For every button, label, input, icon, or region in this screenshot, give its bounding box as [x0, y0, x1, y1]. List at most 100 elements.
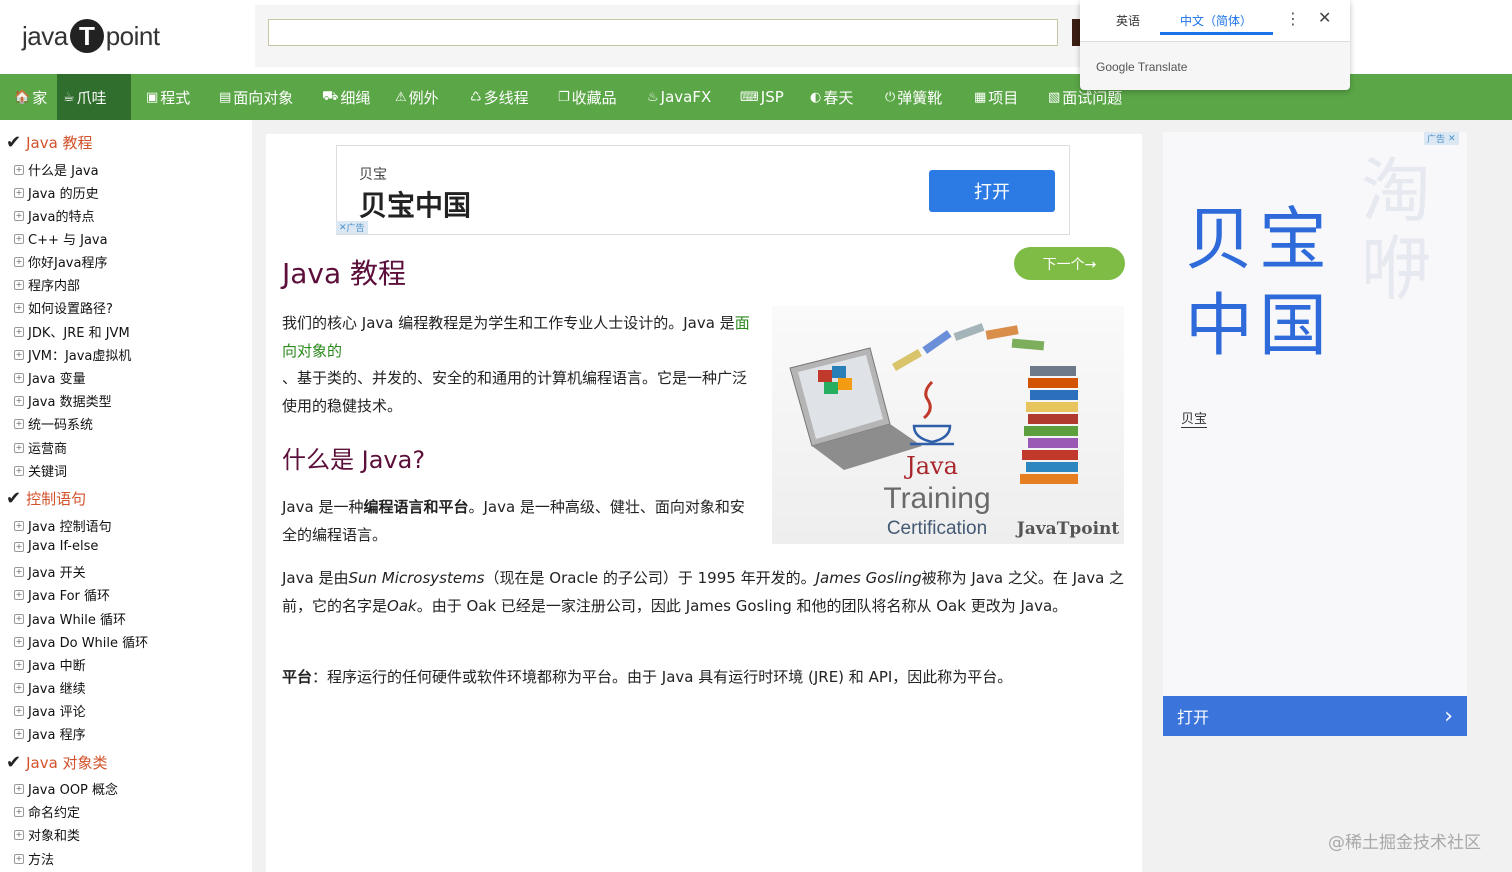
ad-close-icon[interactable]: ✕ — [339, 223, 347, 233]
nav-label: 弹簧靴 — [897, 88, 943, 107]
section-heading: 什么是 Java? — [282, 446, 426, 474]
expand-icon: + — [14, 613, 24, 624]
right-ad[interactable]: 淘咿 贝宝中国 贝宝 打开 › — [1163, 132, 1467, 736]
sidebar-item[interactable]: + Java 中断 — [14, 655, 86, 674]
next-button[interactable]: 下一个→ — [1014, 247, 1125, 280]
sidebar-item[interactable]: + Java While 循环 — [14, 609, 126, 628]
sidebar-item-label: Java 数据类型 — [28, 395, 112, 410]
sidebar-section-java-tutorial[interactable]: ✔ Java 教程 — [6, 132, 93, 153]
sidebar-item[interactable]: + C++ 与 Java — [14, 229, 108, 248]
page-title: Java 教程 — [282, 257, 407, 290]
nav-item-multithreading[interactable]: ♺ 多线程 — [464, 74, 535, 120]
sidebar-item[interactable]: + Java 变量 — [14, 368, 86, 387]
ad-close-icon[interactable]: ✕ — [1448, 134, 1456, 144]
top-ad-banner[interactable]: 贝宝 贝宝中国 打开 — [336, 145, 1070, 235]
ad-label[interactable]: 广告 ✕ — [1424, 132, 1459, 145]
nav-label: 春天 — [823, 88, 854, 107]
expand-icon: + — [14, 541, 24, 552]
sidebar-item-label: Java Do While 循环 — [28, 636, 149, 651]
sidebar-item-label: 关键词 — [28, 465, 68, 480]
nav-item-collections[interactable]: ❐ 收藏品 — [552, 74, 623, 120]
active-tab-underline — [1160, 32, 1273, 35]
section-title: Java 教程 — [26, 134, 93, 152]
sidebar-item[interactable]: + Java 开关 — [14, 562, 86, 581]
sidebar-item[interactable]: + 统一码系统 — [14, 414, 93, 433]
tab-target-language[interactable]: 中文（简体） — [1180, 12, 1252, 29]
close-icon[interactable]: ✕ — [1318, 8, 1331, 27]
ad-open-button[interactable]: 打开 — [929, 170, 1055, 212]
sidebar-item-label: 命名约定 — [28, 806, 81, 821]
sidebar-item[interactable]: + JDK、JRE 和 JVM — [14, 322, 130, 341]
sidebar-item-label: Java While 循环 — [28, 613, 127, 628]
text: 。由于 Oak 已经是一家注册公司，因此 James Gosling 和他的团队… — [416, 596, 1068, 615]
home-icon: 🏠 — [14, 89, 31, 105]
jsp-icon: ⌨ — [740, 89, 759, 105]
sidebar-section-java-object-class[interactable]: ✔ Java 对象类 — [6, 752, 108, 773]
ad-brand-link[interactable]: 贝宝 — [1181, 408, 1208, 428]
search-input[interactable] — [268, 19, 1058, 46]
sidebar-item[interactable]: + Java 评论 — [14, 701, 86, 720]
expand-icon: + — [14, 829, 24, 840]
tab-source-language[interactable]: 英语 — [1116, 12, 1140, 29]
nav-item-oop[interactable]: ▤ 面向对象 — [213, 74, 299, 120]
sidebar-item-label: 什么是 Java — [28, 164, 99, 179]
ad-label[interactable]: ✕ 广告 — [336, 221, 368, 234]
sidebar-item[interactable]: + 运营商 — [14, 438, 67, 457]
sidebar-section-control-statements[interactable]: ✔ 控制语句 — [6, 488, 86, 509]
open-label: 打开 — [1177, 708, 1210, 727]
sidebar-item[interactable]: + 如何设置路径? — [14, 298, 113, 317]
sidebar-item[interactable]: + Java OOP 概念 — [14, 779, 118, 798]
sidebar-item-label: Java 继续 — [28, 682, 86, 697]
sidebar-item[interactable]: + Java 继续 — [14, 678, 86, 697]
sidebar-item-label: Java 变量 — [28, 372, 86, 387]
site-logo[interactable]: java T point — [22, 16, 160, 56]
sidebar-item[interactable]: + Java If-else — [14, 539, 98, 554]
text: Java 是由 — [282, 569, 349, 587]
nav-item-java[interactable]: ☕ 爪哇 — [57, 74, 131, 120]
text: Java 是一种 — [282, 498, 364, 516]
expand-icon: + — [14, 806, 24, 817]
platform-paragraph: 平台：程序运行的任何硬件或软件环境都称为平台。由于 Java 具有运行时环境 (… — [282, 664, 1128, 692]
sidebar-item[interactable]: + Java 控制语句 — [14, 516, 112, 535]
expand-icon: + — [14, 233, 24, 244]
sidebar-item[interactable]: + Java Do While 循环 — [14, 632, 148, 651]
sidebar-item[interactable]: + 你好Java程序 — [14, 252, 107, 271]
sidebar-item[interactable]: + 什么是 Java — [14, 160, 99, 179]
nav-item-string[interactable]: ⛟ 细绳 — [316, 74, 376, 120]
coffee-icon: ☕ — [63, 89, 75, 105]
sidebar-item-label: Java If-else — [28, 539, 99, 554]
sidebar-item[interactable]: + 命名约定 — [14, 802, 80, 821]
nav-item-javafx[interactable]: ♨ JavaFX — [641, 74, 717, 120]
nav-label: 收藏品 — [571, 88, 617, 107]
expand-icon: + — [14, 659, 24, 670]
sidebar-item[interactable]: + Java 程序 — [14, 724, 86, 743]
sidebar-item[interactable]: + 对象和类 — [14, 825, 80, 844]
sidebar-item[interactable]: + Java的特点 — [14, 206, 94, 225]
expand-icon: + — [14, 418, 24, 429]
nav-item-exception[interactable]: ⚠ 例外 — [389, 74, 445, 120]
nav-item-home[interactable]: 🏠 家 — [8, 74, 53, 120]
nav-item-projects[interactable]: ▦ 项目 — [968, 74, 1024, 120]
sidebar-item[interactable]: + 关键词 — [14, 461, 67, 480]
sidebar-item[interactable]: + Java 数据类型 — [14, 391, 112, 410]
expand-icon: + — [14, 187, 24, 198]
sidebar-item[interactable]: + 程序内部 — [14, 275, 80, 294]
sidebar-item[interactable]: + Java For 循环 — [14, 585, 110, 604]
ad-open-button[interactable]: 打开 › — [1163, 696, 1467, 736]
expand-icon: + — [14, 395, 24, 406]
nav-label: JavaFX — [660, 88, 712, 106]
java-training-illustration: Java Training Certification JavaTpoint — [789, 323, 1119, 539]
nav-label: 多线程 — [483, 88, 529, 107]
more-options-icon[interactable]: ⋮ — [1285, 9, 1301, 28]
nav-item-jsp[interactable]: ⌨ JSP — [734, 74, 790, 120]
checkmark-icon: ✔ — [6, 132, 22, 153]
sidebar-item[interactable]: + 方法 — [14, 849, 54, 868]
nav-item-programs[interactable]: ▣ 程式 — [140, 74, 196, 120]
checkmark-icon: ✔ — [6, 752, 22, 773]
nav-item-spring-boot[interactable]: ⏻ 弹簧靴 — [879, 74, 948, 120]
logo-t-badge: T — [69, 19, 104, 53]
sidebar-item[interactable]: + Java 的历史 — [14, 183, 99, 202]
sidebar-item[interactable]: + JVM：Java虚拟机 — [14, 345, 131, 364]
sidebar-item-label: JDK、JRE 和 JVM — [28, 326, 130, 341]
nav-item-spring[interactable]: ◐ 春天 — [804, 74, 859, 120]
